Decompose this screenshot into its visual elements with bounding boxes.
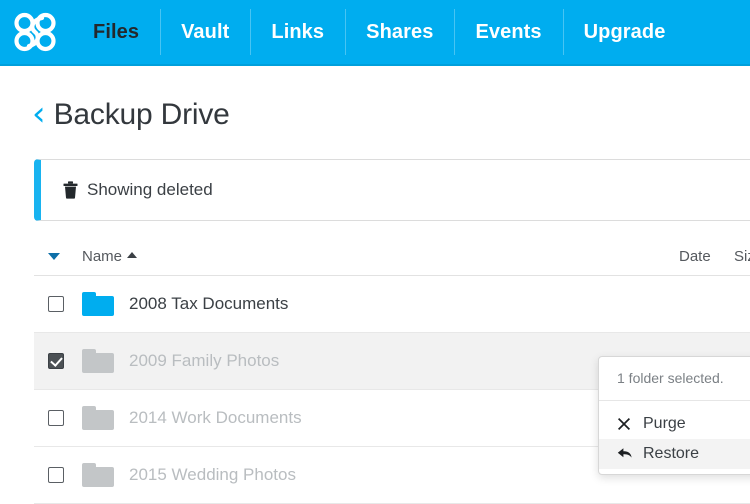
column-header-size[interactable]: Size: [734, 248, 750, 265]
showing-deleted-banner: Showing deleted: [34, 159, 750, 221]
nav-item-label: Vault: [181, 20, 230, 43]
row-checkbox-cell: [48, 467, 82, 483]
restore-label: Restore: [643, 445, 700, 462]
row-checkbox-cell: [48, 296, 82, 312]
folder-icon: [82, 406, 114, 430]
restore-action[interactable]: Restore: [599, 439, 750, 469]
nav-item-vault[interactable]: Vault: [160, 0, 250, 64]
caret-up-icon: [127, 251, 138, 258]
chevron-left-icon[interactable]: ‹: [32, 97, 46, 131]
popup-action-list: Purge Restore: [599, 401, 750, 474]
top-navigation-bar: Files Vault Links Shares Events Upgrade: [0, 0, 750, 66]
column-header-name[interactable]: Name: [82, 248, 679, 265]
table-row[interactable]: 2008 Tax Documents: [34, 276, 750, 333]
folder-icon: [82, 349, 114, 373]
caret-down-icon: [48, 253, 60, 260]
nav-item-upgrade[interactable]: Upgrade: [562, 0, 687, 64]
undo-arrow-icon: [617, 447, 639, 461]
nav-item-shares[interactable]: Shares: [345, 0, 454, 64]
trash-icon: [63, 181, 78, 199]
interlocking-rings-logo-icon: [12, 10, 60, 54]
purge-action[interactable]: Purge: [599, 409, 750, 439]
selection-actions-popup: 1 folder selected. Purge Restore: [598, 356, 750, 475]
nav-item-label: Events: [475, 20, 542, 43]
row-checkbox-cell: [48, 353, 82, 369]
close-x-icon: [617, 417, 639, 431]
nav-item-links[interactable]: Links: [250, 0, 345, 64]
folder-icon: [82, 463, 114, 487]
selection-status-label: 1 folder selected.: [599, 357, 750, 401]
purge-label: Purge: [643, 415, 686, 432]
nav-item-label: Links: [271, 20, 325, 43]
row-checkbox[interactable]: [48, 353, 64, 369]
row-checkbox[interactable]: [48, 410, 64, 426]
nav-item-label: Files: [93, 20, 140, 43]
showing-deleted-label: Showing deleted: [87, 180, 213, 199]
app-logo[interactable]: [0, 0, 72, 64]
row-name-label: 2008 Tax Documents: [129, 294, 289, 313]
page-title: Backup Drive: [53, 98, 230, 131]
select-all-dropdown[interactable]: [48, 253, 82, 260]
page-header: ‹ Backup Drive: [32, 97, 230, 132]
nav-item-label: Upgrade: [583, 20, 666, 43]
column-header-name-label: Name: [82, 248, 123, 265]
row-checkbox-cell: [48, 410, 82, 426]
nav-item-files[interactable]: Files: [72, 0, 160, 64]
folder-icon: [82, 292, 114, 316]
row-checkbox[interactable]: [48, 296, 64, 312]
nav-item-events[interactable]: Events: [454, 0, 562, 64]
table-header-row: Name Date Size: [34, 238, 750, 276]
row-checkbox[interactable]: [48, 467, 64, 483]
nav-item-label: Shares: [366, 20, 434, 43]
nav-item-list: Files Vault Links Shares Events Upgrade: [72, 0, 750, 64]
column-header-date[interactable]: Date: [679, 248, 725, 265]
